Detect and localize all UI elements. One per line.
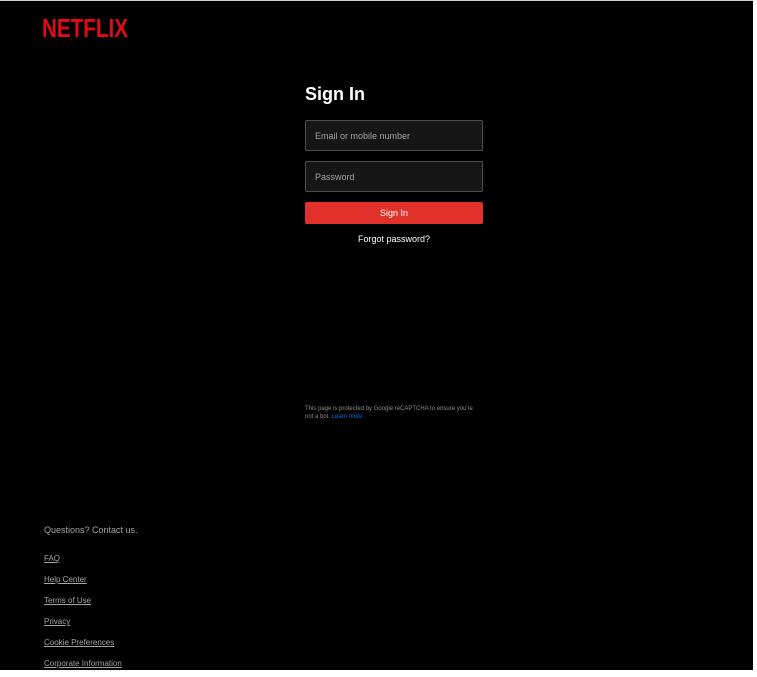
logo-wordmark: NETFLIX <box>42 13 129 42</box>
footer-links: FAQ Help Center Terms of Use Privacy Coo… <box>44 551 138 677</box>
footer-link-terms-of-use[interactable]: Terms of Use <box>44 596 91 605</box>
recaptcha-text: This page is protected by Google reCAPTC… <box>305 406 473 420</box>
email-input[interactable] <box>305 120 483 151</box>
footer-link-item: Privacy <box>44 614 138 635</box>
netflix-logo[interactable]: NETFLIX <box>42 12 132 42</box>
footer: Questions? Contact us. FAQ Help Center T… <box>44 525 138 677</box>
signin-form: Sign In Sign In Forgot password? <box>305 83 483 244</box>
password-input[interactable] <box>305 161 483 192</box>
signin-title: Sign In <box>305 84 365 104</box>
forgot-password-link[interactable]: Forgot password? <box>305 234 483 244</box>
footer-link-item: Help Center <box>44 572 138 593</box>
signin-button[interactable]: Sign In <box>305 202 483 224</box>
learn-more-link[interactable]: Learn more. <box>332 414 364 420</box>
netflix-logo-icon: NETFLIX <box>42 13 129 42</box>
footer-link-item: Corporate Information <box>44 656 138 677</box>
footer-link-item: FAQ <box>44 551 138 572</box>
footer-link-item: Cookie Preferences <box>44 635 138 656</box>
footer-link-privacy[interactable]: Privacy <box>44 617 70 626</box>
contact-us-text: Questions? Contact us. <box>44 525 138 535</box>
footer-link-corporate-information[interactable]: Corporate Information <box>44 659 122 668</box>
footer-link-cookie-preferences[interactable]: Cookie Preferences <box>44 638 114 647</box>
footer-link-faq[interactable]: FAQ <box>44 554 60 563</box>
recaptcha-notice: This page is protected by Google reCAPTC… <box>305 405 475 421</box>
footer-link-item: Terms of Use <box>44 593 138 614</box>
page-background: NETFLIX Sign In Sign In Forgot password?… <box>0 0 753 670</box>
footer-link-help-center[interactable]: Help Center <box>44 575 87 584</box>
